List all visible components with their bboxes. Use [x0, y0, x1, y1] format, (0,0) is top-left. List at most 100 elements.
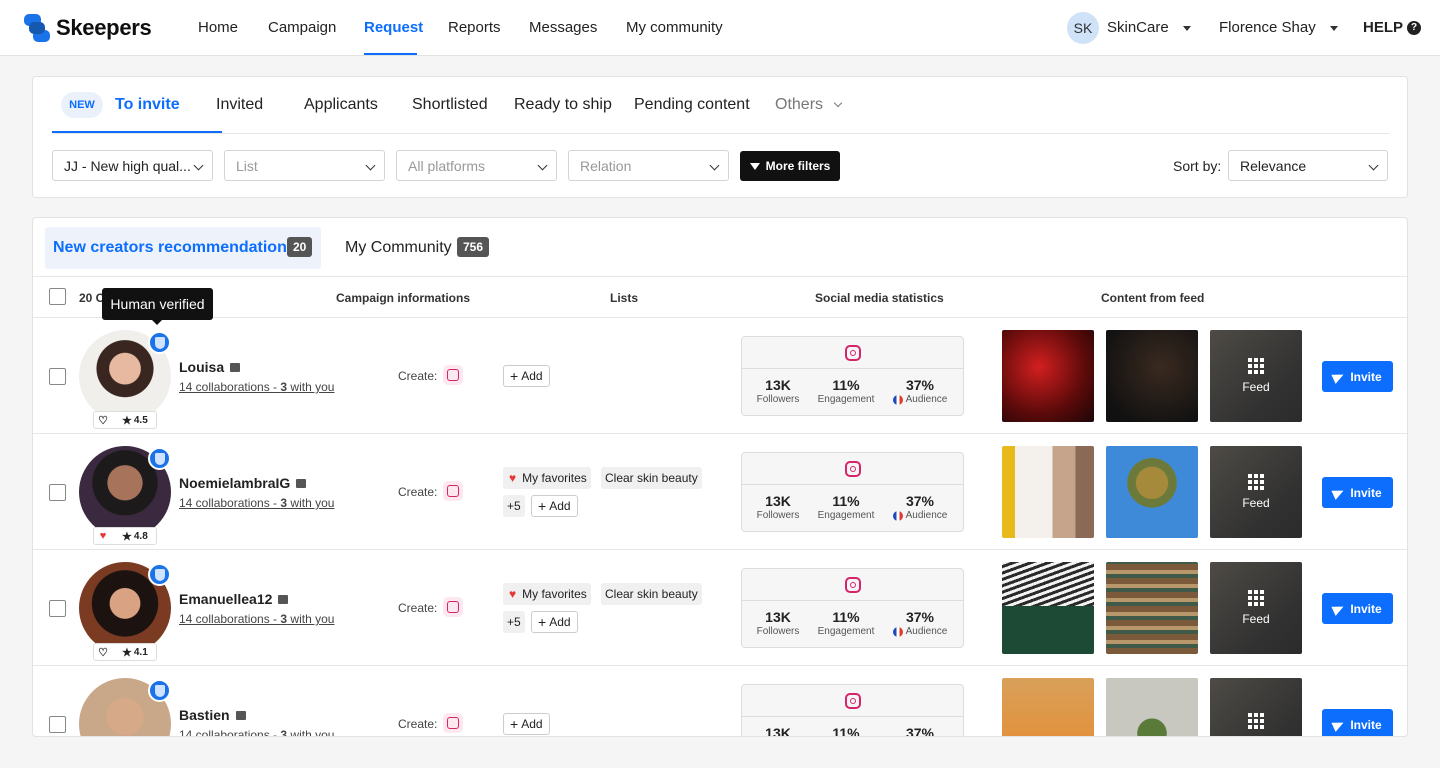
- creator-name[interactable]: Bastien: [179, 707, 246, 723]
- feed-tile[interactable]: [1210, 678, 1302, 736]
- audience-value: 37%: [905, 609, 935, 625]
- feed-thumbnail[interactable]: [1106, 446, 1198, 538]
- tab-applicants[interactable]: Applicants: [304, 96, 378, 114]
- invite-button[interactable]: Invite: [1322, 709, 1393, 736]
- creator-name-text: Emanuellea12: [179, 591, 273, 607]
- help-button[interactable]: HELP?: [1363, 19, 1422, 36]
- list-chip-favorites[interactable]: ♥ My favorites: [503, 467, 591, 489]
- select-all-checkbox[interactable]: [49, 288, 66, 305]
- rating-value: 4.8: [133, 530, 148, 542]
- nav-home[interactable]: Home: [198, 19, 238, 36]
- feed-tile[interactable]: Feed: [1210, 562, 1302, 654]
- feed-thumbnail[interactable]: [1002, 330, 1094, 422]
- brand-switcher[interactable]: SkinCare: [1107, 19, 1191, 36]
- nav-messages[interactable]: Messages: [529, 19, 597, 36]
- invite-button[interactable]: Invite: [1322, 361, 1393, 392]
- brand-name: SkinCare: [1107, 19, 1169, 36]
- add-to-list-button[interactable]: + Add: [531, 611, 578, 633]
- sort-select[interactable]: Relevance: [1228, 150, 1388, 181]
- chevron-down-icon: [537, 160, 548, 171]
- collaborations-link[interactable]: 14 collaborations - 3 with you: [179, 380, 334, 394]
- heart-icon[interactable]: ♡: [94, 646, 112, 659]
- nav-request[interactable]: Request: [364, 19, 423, 36]
- more-lists-chip[interactable]: +5: [503, 495, 525, 517]
- col-creators: 20 C: [79, 291, 105, 305]
- collaborations-link[interactable]: 14 collaborations - 3 with you: [179, 612, 334, 626]
- list-select[interactable]: List: [224, 150, 385, 181]
- feed-tile[interactable]: Feed: [1210, 446, 1302, 538]
- user-menu[interactable]: Florence Shay: [1219, 19, 1338, 36]
- feed-thumbnail[interactable]: [1002, 562, 1094, 654]
- feed-thumbnail[interactable]: [1106, 330, 1198, 422]
- add-to-list-button[interactable]: + Add: [503, 713, 550, 735]
- campaign-select[interactable]: JJ - New high qual...: [52, 150, 213, 181]
- tab-recommendations[interactable]: New creators recommendations: [53, 239, 296, 257]
- engagement-value: 11%: [832, 493, 860, 509]
- skeepers-logo[interactable]: Skeepers: [24, 14, 152, 42]
- tab-others[interactable]: Others: [775, 96, 843, 114]
- heart-icon[interactable]: ♡: [94, 414, 112, 427]
- row-checkbox[interactable]: [49, 484, 66, 501]
- nav-my-community[interactable]: My community: [626, 19, 723, 36]
- more-lists-chip[interactable]: +5: [503, 611, 525, 633]
- feed-tile[interactable]: Feed: [1210, 330, 1302, 422]
- row-checkbox[interactable]: [49, 600, 66, 617]
- tab-invited[interactable]: Invited: [216, 96, 263, 114]
- list-chip-favorites[interactable]: ♥ My favorites: [503, 583, 591, 605]
- verified-shield-icon[interactable]: [148, 679, 171, 702]
- table-header: 20 C Campaign informations Lists Social …: [33, 276, 1407, 318]
- row-checkbox[interactable]: [49, 716, 66, 733]
- nav-campaign[interactable]: Campaign: [268, 19, 336, 36]
- chevron-down-icon: [833, 98, 843, 108]
- relation-select[interactable]: Relation: [568, 150, 729, 181]
- logo-text: Skeepers: [56, 15, 152, 40]
- message-icon[interactable]: [278, 594, 289, 604]
- invite-button[interactable]: Invite: [1322, 477, 1393, 508]
- followers-label: Followers: [756, 626, 800, 637]
- tab-shortlisted[interactable]: Shortlisted: [412, 96, 488, 114]
- more-filters-button[interactable]: More filters: [740, 151, 840, 181]
- platforms-select[interactable]: All platforms: [396, 150, 557, 181]
- recommendations-count-badge: 20: [287, 237, 313, 257]
- col-campaign-informations: Campaign informations: [336, 291, 471, 305]
- invite-button[interactable]: Invite: [1322, 593, 1393, 624]
- verified-shield-icon[interactable]: [148, 447, 171, 470]
- feed-thumbnail[interactable]: [1106, 562, 1198, 654]
- verified-shield-icon[interactable]: [148, 563, 171, 586]
- tab-to-invite[interactable]: To invite: [115, 96, 180, 114]
- instagram-icon: [844, 692, 861, 709]
- list-chip[interactable]: Clear skin beauty: [601, 583, 702, 605]
- tab-ready-to-ship[interactable]: Ready to ship: [514, 96, 612, 114]
- grid-icon: [1248, 358, 1264, 374]
- brand-avatar[interactable]: SK: [1067, 12, 1099, 44]
- list-chip[interactable]: Clear skin beauty: [601, 467, 702, 489]
- feed-thumbnail[interactable]: [1106, 678, 1198, 736]
- collaborations-link[interactable]: 14 collaborations - 3 with you: [179, 496, 334, 510]
- add-to-list-button[interactable]: + Add: [531, 495, 578, 517]
- verified-shield-icon[interactable]: [148, 331, 171, 354]
- feed-thumbnail[interactable]: [1002, 446, 1094, 538]
- message-icon[interactable]: [230, 362, 241, 372]
- creator-name[interactable]: NoemielambraIG: [179, 475, 307, 491]
- send-icon: [1331, 601, 1346, 616]
- nav-reports[interactable]: Reports: [448, 19, 501, 36]
- creator-name[interactable]: Louisa: [179, 359, 241, 375]
- audience-value: 37%: [905, 377, 935, 393]
- social-stats-card: 13K Followers 11% Engagement 37% Audience: [741, 568, 964, 648]
- heart-icon[interactable]: ♥: [94, 530, 112, 542]
- community-count-badge: 756: [457, 237, 490, 257]
- creator-name-text: NoemielambraIG: [179, 475, 291, 491]
- tab-my-community[interactable]: My Community: [345, 239, 452, 257]
- creator-name[interactable]: Emanuellea12: [179, 591, 289, 607]
- row-checkbox[interactable]: [49, 368, 66, 385]
- chevron-down-icon: [709, 160, 720, 171]
- add-to-list-button[interactable]: + Add: [503, 365, 550, 387]
- col-content-from-feed: Content from feed: [1101, 291, 1205, 305]
- message-icon[interactable]: [296, 478, 307, 488]
- collaborations-link[interactable]: 14 collaborations - 3 with you: [179, 728, 334, 736]
- chevron-down-icon: [365, 160, 376, 171]
- heart-icon: ♥: [509, 471, 517, 485]
- message-icon[interactable]: [235, 710, 246, 720]
- feed-thumbnail[interactable]: [1002, 678, 1094, 736]
- tab-pending-content[interactable]: Pending content: [634, 96, 750, 114]
